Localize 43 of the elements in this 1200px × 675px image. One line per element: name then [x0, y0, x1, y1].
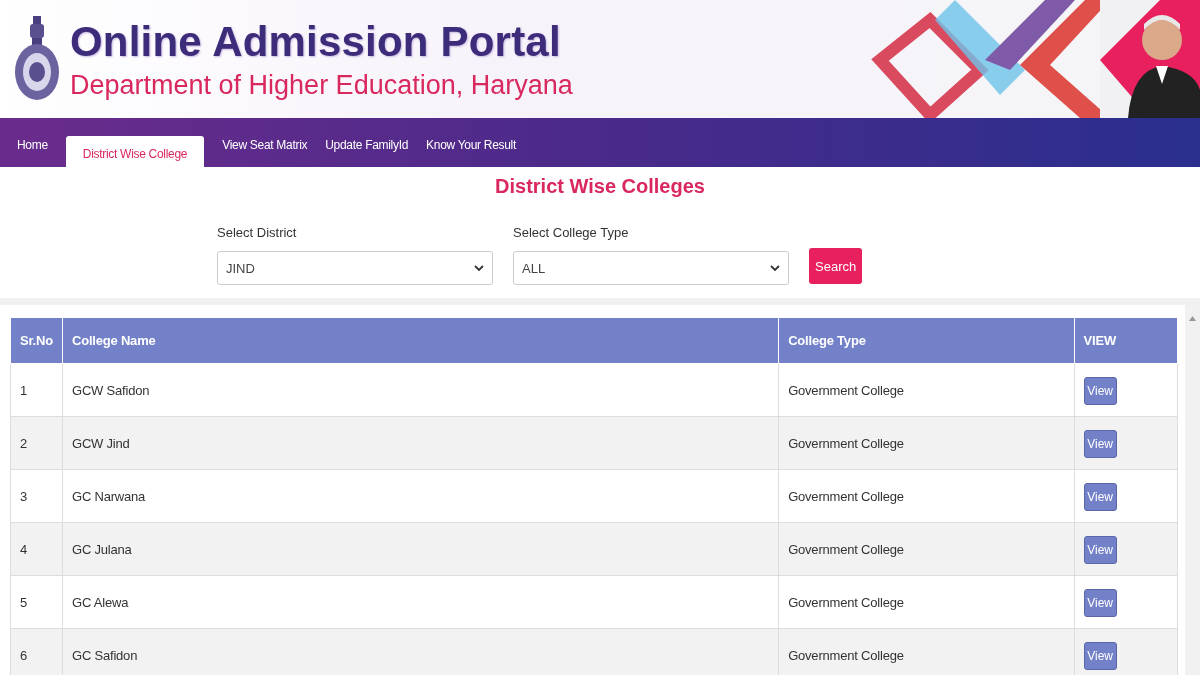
nav-tab[interactable]: District Wise College	[65, 136, 205, 167]
view-button[interactable]: View	[1083, 536, 1117, 564]
page-title: District Wise Colleges	[494, 174, 706, 199]
college-type-cell: Government College	[778, 416, 1075, 470]
column-header: Sr.No	[10, 317, 63, 364]
select-field[interactable]: ALL	[513, 251, 789, 285]
nav-tab[interactable]: Update FamilyId	[316, 136, 418, 167]
column-header: College Name	[62, 317, 779, 364]
college-name-cell: GCW Safidon	[62, 363, 779, 417]
serial-cell: 4	[10, 522, 63, 576]
serial-cell: 5	[10, 575, 63, 629]
college-name-cell: GC Julana	[62, 522, 779, 576]
college-name-cell: GC Alewa	[62, 575, 779, 629]
view-button[interactable]: View	[1083, 589, 1117, 617]
chevron-down-icon	[474, 264, 484, 272]
college-type-cell: Government College	[778, 469, 1075, 523]
college-name-cell: GCW Jind	[62, 416, 779, 470]
serial-cell: 1	[10, 363, 63, 417]
department-subtitle: Department of Higher Education, Haryana	[70, 69, 573, 102]
college-type-cell: Government College	[778, 628, 1075, 675]
field-label: Select College Type	[513, 225, 630, 240]
nav-tab[interactable]: View Seat Matrix	[213, 136, 317, 167]
portal-title: Online Admission Portal	[70, 18, 562, 66]
serial-cell: 6	[10, 628, 63, 675]
serial-cell: 2	[10, 416, 63, 470]
column-header: VIEW	[1074, 317, 1178, 364]
view-button[interactable]: View	[1083, 642, 1117, 670]
college-type-cell: Government College	[778, 363, 1075, 417]
college-type-cell: Government College	[778, 522, 1075, 576]
select-field[interactable]: JIND	[217, 251, 493, 285]
search-button[interactable]: Search	[809, 248, 862, 284]
college-name-cell: GC Narwana	[62, 469, 779, 523]
column-header: College Type	[778, 317, 1075, 364]
chevron-down-icon	[770, 264, 780, 272]
serial-cell: 3	[10, 469, 63, 523]
field-label: Select District	[217, 225, 298, 240]
nav-tab[interactable]: Know Your Result	[417, 136, 526, 167]
college-type-cell: Government College	[778, 575, 1075, 629]
college-name-cell: GC Safidon	[62, 628, 779, 675]
view-button[interactable]: View	[1083, 483, 1117, 511]
nav-tab[interactable]: Home	[8, 136, 57, 167]
view-button[interactable]: View	[1083, 377, 1117, 405]
view-button[interactable]: View	[1083, 430, 1117, 458]
